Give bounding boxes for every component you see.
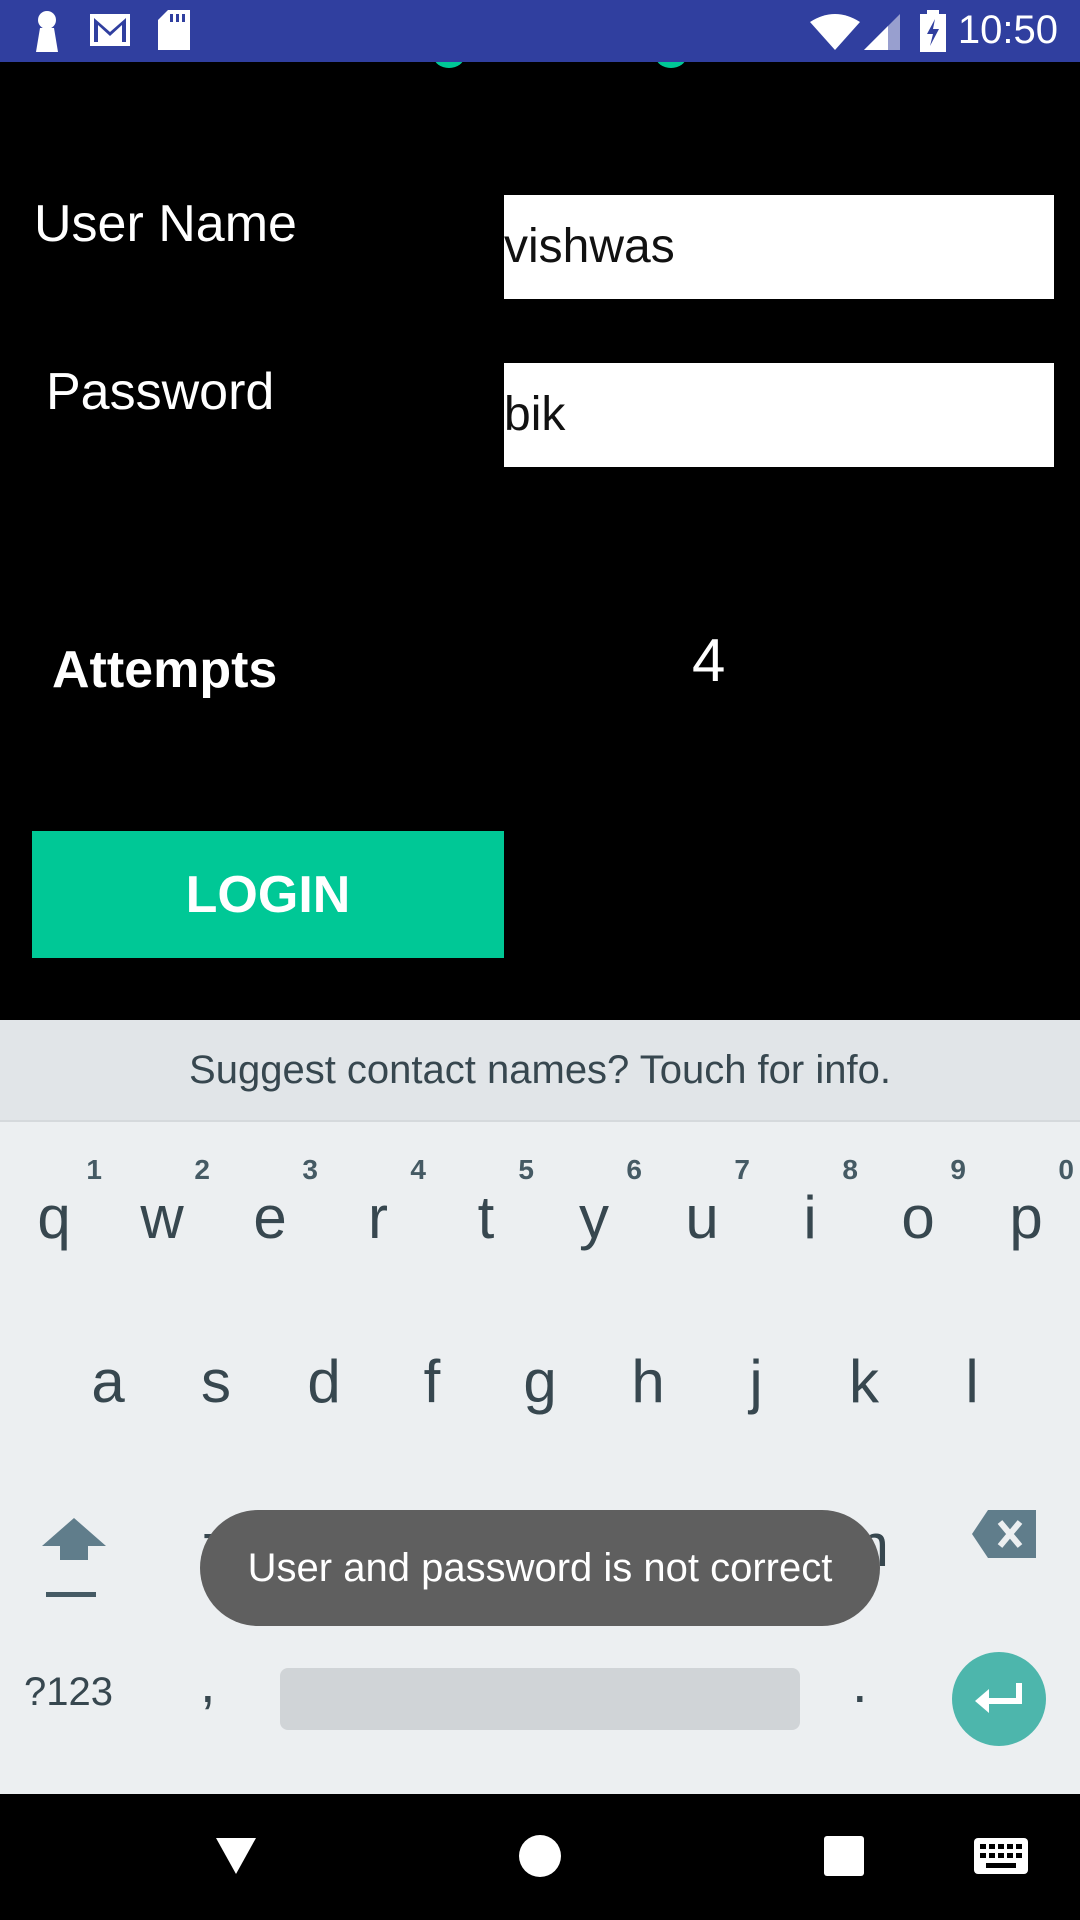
key-hint: 3	[302, 1154, 318, 1185]
key-r[interactable]: r4	[324, 1142, 432, 1282]
key-t[interactable]: t5	[432, 1142, 540, 1282]
key-label: p	[1009, 1184, 1043, 1251]
back-icon[interactable]	[214, 1836, 258, 1876]
password-field[interactable]: bik	[504, 363, 1054, 467]
suggestion-bar[interactable]: Suggest contact names? Touch for info.	[0, 1020, 1080, 1122]
keyboard-switch-icon[interactable]	[974, 1838, 1028, 1874]
gmail-icon	[90, 14, 130, 46]
period-key[interactable]: .	[852, 1650, 868, 1715]
key-s[interactable]: s	[162, 1306, 270, 1446]
status-bar: 10:50	[0, 0, 1080, 62]
key-label: j	[749, 1348, 763, 1415]
battery-charging-icon	[920, 10, 946, 52]
key-label: y	[579, 1184, 609, 1251]
key-hint: 2	[194, 1154, 210, 1185]
key-f[interactable]: f	[378, 1306, 486, 1446]
shift-key-icon[interactable]	[40, 1510, 108, 1610]
username-field[interactable]: vishwas	[504, 195, 1054, 299]
key-u[interactable]: u7	[648, 1142, 756, 1282]
key-hint: 5	[518, 1154, 534, 1185]
key-label: r	[368, 1184, 388, 1251]
symbols-key[interactable]: ?123	[24, 1670, 113, 1715]
key-g[interactable]: g	[486, 1306, 594, 1446]
home-icon[interactable]	[518, 1834, 562, 1878]
key-k[interactable]: k	[810, 1306, 918, 1446]
decorative-dot	[434, 62, 464, 68]
key-label: d	[307, 1348, 341, 1415]
key-label: s	[201, 1348, 231, 1415]
key-a[interactable]: a	[54, 1306, 162, 1446]
key-hint: 8	[842, 1154, 858, 1185]
comma-key[interactable]: ,	[200, 1650, 216, 1715]
wifi-icon	[810, 14, 860, 50]
key-label: w	[140, 1184, 184, 1251]
cell-signal-icon	[864, 14, 900, 50]
key-hint: 4	[410, 1154, 426, 1185]
key-label: e	[253, 1184, 287, 1251]
key-label: t	[477, 1184, 495, 1251]
navigation-bar	[0, 1794, 1080, 1920]
key-q[interactable]: q1	[0, 1142, 108, 1282]
decorative-dot	[656, 62, 686, 68]
enter-arrow-icon	[975, 1683, 1022, 1713]
enter-key[interactable]	[952, 1652, 1046, 1746]
key-d[interactable]: d	[270, 1306, 378, 1446]
key-h[interactable]: h	[594, 1306, 702, 1446]
login-screen: User Name vishwas Password bik Attempts …	[0, 62, 1080, 1020]
key-e[interactable]: e3	[216, 1142, 324, 1282]
attempts-count: 4	[692, 627, 726, 694]
key-label: f	[423, 1348, 441, 1415]
key-label: g	[523, 1348, 557, 1415]
key-hint: 1	[86, 1154, 102, 1185]
key-p[interactable]: p0	[972, 1142, 1080, 1282]
clock: 10:50	[957, 8, 1058, 52]
password-label: Password	[46, 363, 275, 421]
keyhole-icon	[36, 11, 58, 52]
soft-keyboard: Suggest contact names? Touch for info. q…	[0, 1020, 1080, 1794]
key-hint: 0	[1058, 1154, 1074, 1185]
key-label: l	[965, 1348, 979, 1415]
key-label: u	[685, 1184, 719, 1251]
key-label: o	[901, 1184, 935, 1251]
key-hint: 9	[950, 1154, 966, 1185]
toast-message: User and password is not correct	[200, 1510, 880, 1626]
backspace-key-icon[interactable]	[972, 1510, 1036, 1558]
sd-card-icon	[158, 10, 190, 50]
login-button[interactable]: LOGIN	[32, 831, 504, 958]
recents-icon[interactable]	[824, 1836, 864, 1876]
key-w[interactable]: w2	[108, 1142, 216, 1282]
key-hint: 6	[626, 1154, 642, 1185]
key-l[interactable]: l	[918, 1306, 1026, 1446]
key-j[interactable]: j	[702, 1306, 810, 1446]
key-label: h	[631, 1348, 665, 1415]
key-y[interactable]: y6	[540, 1142, 648, 1282]
key-label: q	[37, 1184, 71, 1251]
username-label: User Name	[34, 195, 297, 253]
key-o[interactable]: o9	[864, 1142, 972, 1282]
key-label: a	[91, 1348, 125, 1415]
key-label: i	[803, 1184, 817, 1251]
key-label: k	[849, 1348, 879, 1415]
spacebar[interactable]	[280, 1668, 800, 1730]
key-i[interactable]: i8	[756, 1142, 864, 1282]
attempts-label: Attempts	[52, 641, 278, 699]
key-hint: 7	[734, 1154, 750, 1185]
